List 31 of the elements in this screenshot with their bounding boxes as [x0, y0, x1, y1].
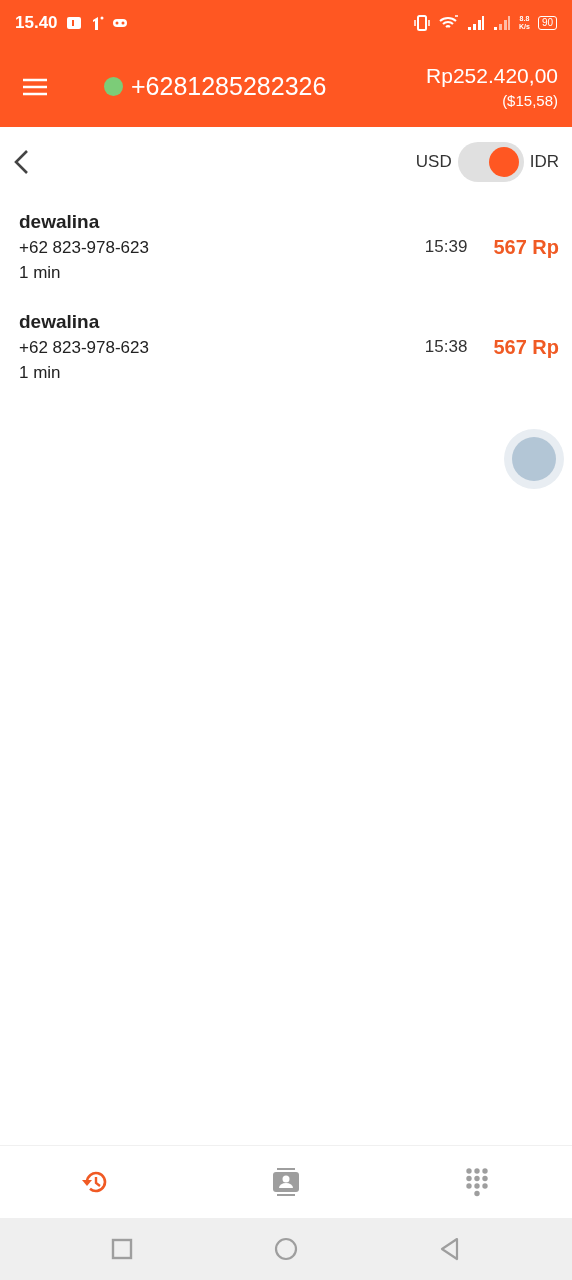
call-row[interactable]: dewalina +62 823-978-623 1 min 15:39 567 Rp: [0, 197, 572, 297]
currency-label: IDR: [529, 152, 559, 172]
balance: Rp252.420,00: [426, 64, 558, 88]
wifi-icon: [438, 15, 459, 31]
recents-icon: [110, 1237, 134, 1261]
signal-icon: [492, 15, 511, 31]
call-cost: 567 Rp: [493, 335, 559, 359]
call-time: 15:39: [424, 237, 468, 257]
call-duration: 1 min: [19, 363, 62, 383]
call-cost: 567 Rp: [493, 235, 559, 259]
phone-number: +62 823-978-623: [19, 238, 150, 258]
call-duration: 1 min: [19, 263, 62, 283]
gamepad-icon: [111, 17, 128, 29]
menu-button[interactable]: [22, 76, 48, 97]
clock: 15.40: [15, 13, 58, 33]
phone-number: +62 823-978-623: [19, 338, 150, 358]
signal-icon: [466, 15, 485, 31]
battery-level: 90: [537, 16, 557, 30]
home-button[interactable]: [274, 1237, 298, 1261]
call-row[interactable]: dewalina +62 823-978-623 1 min 15:38 567 Rp: [0, 297, 572, 397]
menu-icon: [22, 76, 48, 97]
currency-switch[interactable]: [457, 142, 524, 182]
balance-usd: ($15,58): [502, 92, 558, 109]
contact-name: dewalina: [19, 211, 101, 233]
contact-name: dewalina: [19, 311, 101, 333]
vibrate-icon: [412, 15, 431, 31]
home-icon: [274, 1237, 298, 1261]
recents-button[interactable]: [110, 1237, 134, 1261]
currency-label: USD: [415, 152, 452, 172]
call-time: 15:38: [424, 337, 468, 357]
phone-number: +6281285282326: [131, 72, 328, 101]
